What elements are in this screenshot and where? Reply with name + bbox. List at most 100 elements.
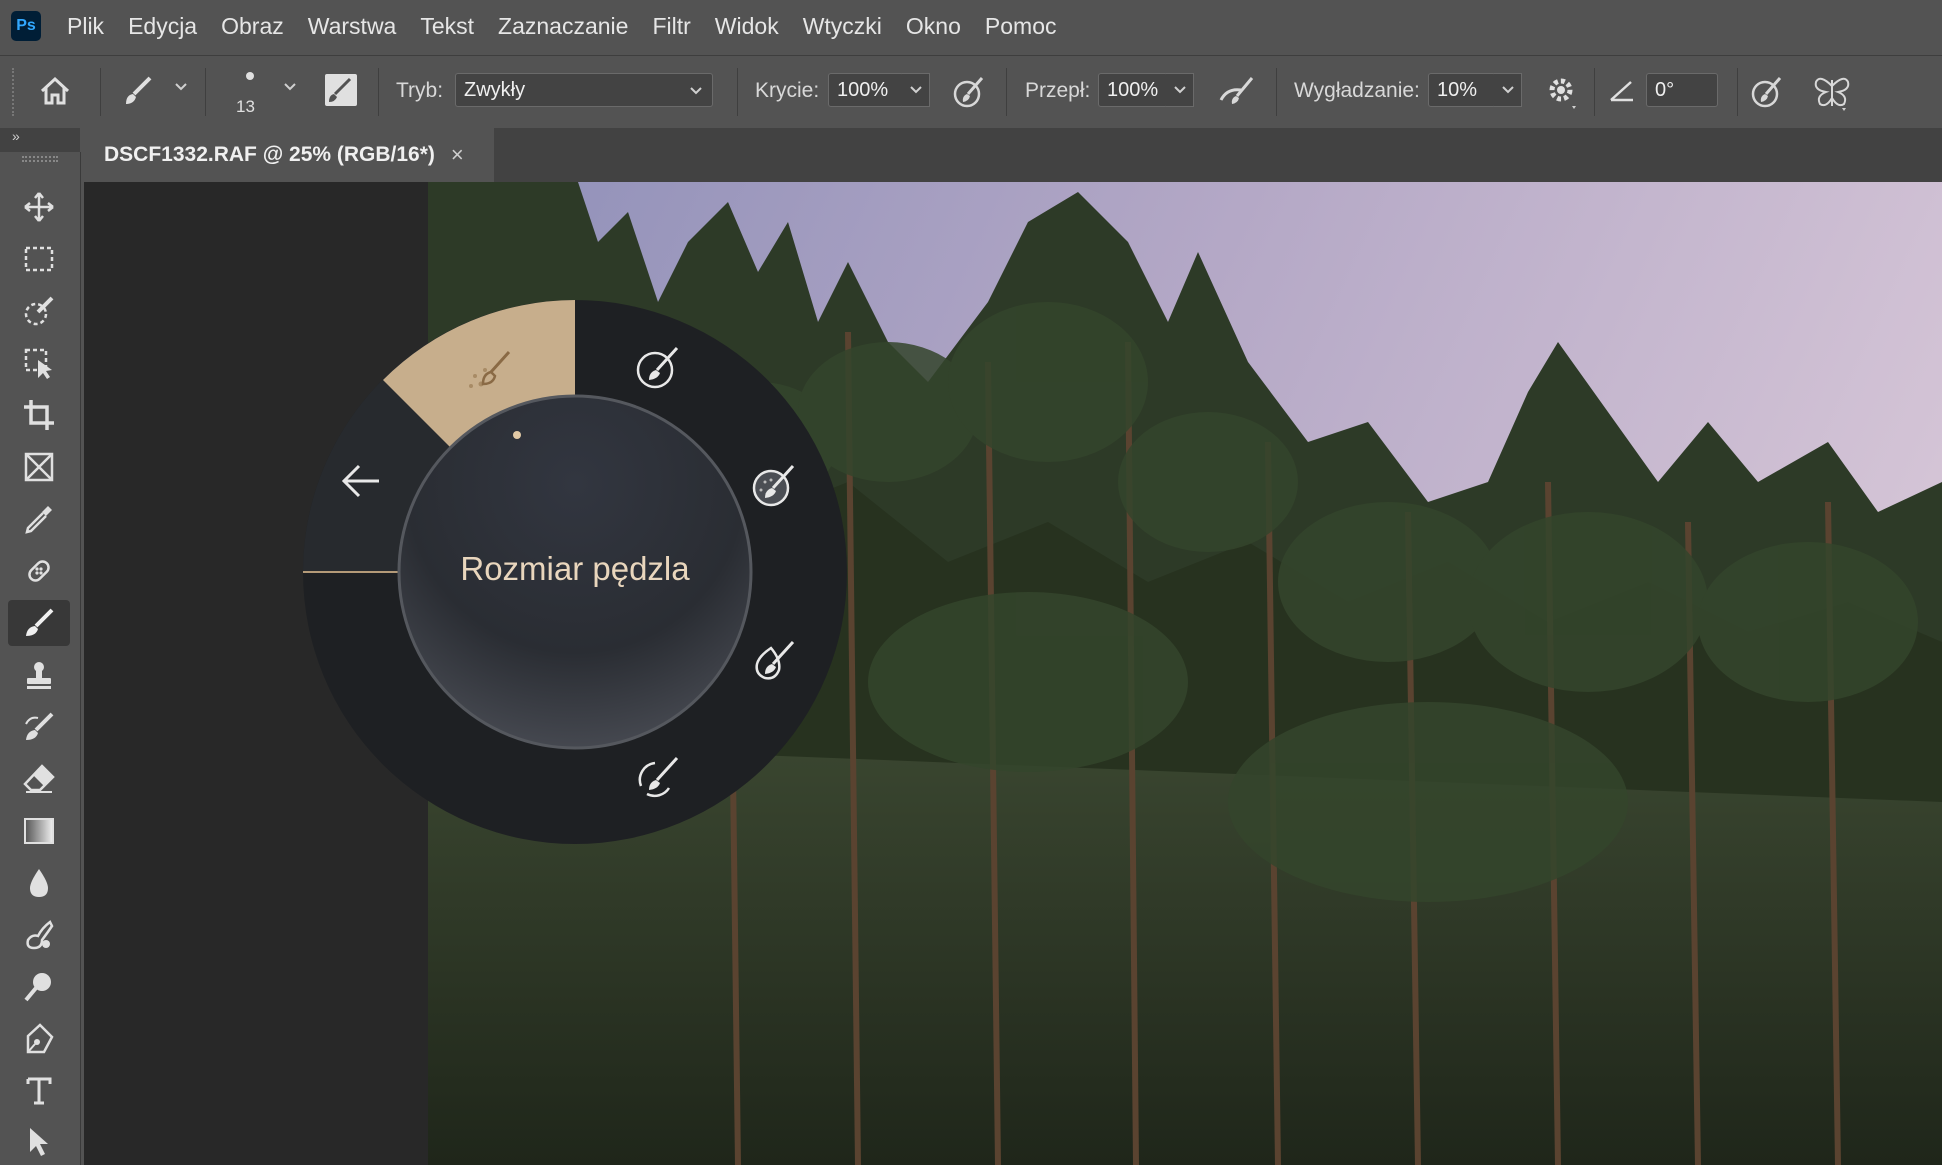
menu-okno[interactable]: Okno xyxy=(894,13,973,40)
pen-tool[interactable] xyxy=(8,1016,70,1062)
brush-opacity-icon[interactable] xyxy=(749,460,799,510)
chevron-down-icon xyxy=(1501,86,1514,94)
smoothing-input[interactable]: 10% xyxy=(1428,73,1496,107)
frame-tool[interactable] xyxy=(8,444,70,490)
marquee-icon xyxy=(24,246,54,272)
menu-widok[interactable]: Widok xyxy=(703,13,791,40)
eyedropper-icon xyxy=(25,506,52,534)
blur-tool[interactable] xyxy=(8,860,70,906)
opacity-value: 100% xyxy=(837,78,889,101)
menu-obraz[interactable]: Obraz xyxy=(209,13,296,40)
mode-chevron-icon xyxy=(690,87,702,95)
clone-stamp-tool[interactable] xyxy=(8,652,70,698)
menu-zaznaczanie[interactable]: Zaznaczanie xyxy=(486,13,640,40)
brush-size-value: 13 xyxy=(236,97,255,116)
pen-icon xyxy=(26,1023,54,1054)
options-bar: 13 Tryb: Zwykły Krycie: 100% Przepł: 100… xyxy=(0,55,1942,128)
smoothing-dropdown-button[interactable] xyxy=(1494,73,1522,107)
flow-label: Przepł: xyxy=(1025,79,1091,102)
document-tab-strip: DSCF1332.RAF @ 25% (RGB/16*) × xyxy=(84,128,1942,182)
gradient-icon xyxy=(24,818,54,844)
toolbar xyxy=(0,152,81,1165)
symmetry-butterfly-icon[interactable] xyxy=(1812,74,1852,112)
document-tab[interactable]: DSCF1332.RAF @ 25% (RGB/16*) × xyxy=(84,128,494,182)
brush-settings-panel-icon[interactable] xyxy=(323,72,359,108)
quick-selection-tool[interactable] xyxy=(8,288,70,334)
chevron-down-icon[interactable] xyxy=(173,80,189,98)
blur-icon xyxy=(30,869,48,897)
close-icon[interactable]: × xyxy=(451,142,464,168)
smoothing-settings-gear-icon[interactable] xyxy=(1546,74,1580,112)
crop-tool[interactable] xyxy=(8,392,70,438)
flow-input[interactable]: 100% xyxy=(1098,73,1168,107)
smudge-icon xyxy=(26,920,54,950)
photoshop-logo[interactable]: Ps xyxy=(11,11,41,41)
options-grip[interactable] xyxy=(12,68,22,116)
clone-stamp-icon xyxy=(27,662,51,689)
brush-tip-icon[interactable] xyxy=(246,72,254,80)
path-selection-icon xyxy=(30,1128,48,1156)
toolbar-grip[interactable] xyxy=(22,156,58,162)
radial-brush-menu: Rozmiar pędzla xyxy=(303,300,847,844)
menu-warstwa[interactable]: Warstwa xyxy=(296,13,409,40)
back-arrow-icon[interactable] xyxy=(339,458,385,509)
document-tab-title: DSCF1332.RAF @ 25% (RGB/16*) xyxy=(104,143,435,166)
smoothing-label: Wygładzanie: xyxy=(1294,79,1420,102)
quick-selection-icon xyxy=(24,296,54,326)
type-icon xyxy=(26,1077,52,1105)
menu-tekst[interactable]: Tekst xyxy=(408,13,486,40)
smoothing-value: 10% xyxy=(1437,78,1478,101)
brush-smoothing-icon[interactable] xyxy=(633,752,683,802)
opacity-input[interactable]: 100% xyxy=(828,73,904,107)
menu-wtyczki[interactable]: Wtyczki xyxy=(791,13,894,40)
dodge-tool[interactable] xyxy=(8,964,70,1010)
brush-hardness-icon[interactable] xyxy=(633,342,683,392)
marquee-tool[interactable] xyxy=(8,236,70,282)
history-brush-icon xyxy=(25,712,54,740)
object-selection-icon xyxy=(24,348,52,379)
opacity-label: Krycie: xyxy=(755,79,820,102)
airbrush-icon[interactable] xyxy=(1217,74,1257,110)
gradient-tool[interactable] xyxy=(8,808,70,854)
toolbar-collapse-button[interactable]: » xyxy=(0,128,80,152)
type-tool[interactable] xyxy=(8,1068,70,1114)
eyedropper-tool[interactable] xyxy=(8,496,70,542)
menu-pomoc[interactable]: Pomoc xyxy=(973,13,1069,40)
path-selection-tool[interactable] xyxy=(8,1118,70,1164)
eraser-tool[interactable] xyxy=(8,756,70,802)
mode-select[interactable]: Zwykły xyxy=(455,73,713,107)
brush-tool[interactable] xyxy=(8,600,70,646)
angle-value: 0° xyxy=(1655,78,1675,101)
pressure-size-icon[interactable] xyxy=(1749,74,1785,110)
dodge-icon xyxy=(24,973,51,1002)
move-tool[interactable] xyxy=(8,184,70,230)
brush-preset-icon[interactable] xyxy=(120,74,156,108)
brush-picker-chevron-icon[interactable] xyxy=(282,80,298,98)
mode-value: Zwykły xyxy=(464,78,526,101)
menu-plik[interactable]: Plik xyxy=(55,13,116,40)
radial-menu-title: Rozmiar pędzla xyxy=(460,550,690,587)
object-selection-tool[interactable] xyxy=(8,340,70,386)
smudge-tool[interactable] xyxy=(8,912,70,958)
brush-flow-icon[interactable] xyxy=(749,636,799,686)
opacity-dropdown-button[interactable] xyxy=(902,73,930,107)
chevron-down-icon xyxy=(1173,86,1186,94)
pressure-opacity-icon[interactable] xyxy=(951,74,987,110)
angle-icon xyxy=(1609,76,1637,104)
menu-edycja[interactable]: Edycja xyxy=(116,13,209,40)
brush-size-icon xyxy=(469,350,511,388)
brush-icon xyxy=(26,608,54,636)
mode-label: Tryb: xyxy=(396,79,444,102)
chevron-down-icon xyxy=(909,86,922,94)
menu-bar: Ps Plik Edycja Obraz Warstwa Tekst Zazna… xyxy=(0,0,1942,52)
crop-icon xyxy=(24,400,54,430)
angle-input[interactable]: 0° xyxy=(1646,73,1718,107)
healing-brush-tool[interactable] xyxy=(8,548,70,594)
frame-icon xyxy=(24,452,54,482)
menu-filtr[interactable]: Filtr xyxy=(640,13,702,40)
flow-value: 100% xyxy=(1107,78,1159,101)
home-icon[interactable] xyxy=(38,74,72,108)
flow-dropdown-button[interactable] xyxy=(1166,73,1194,107)
history-brush-tool[interactable] xyxy=(8,704,70,750)
move-icon xyxy=(24,192,54,222)
